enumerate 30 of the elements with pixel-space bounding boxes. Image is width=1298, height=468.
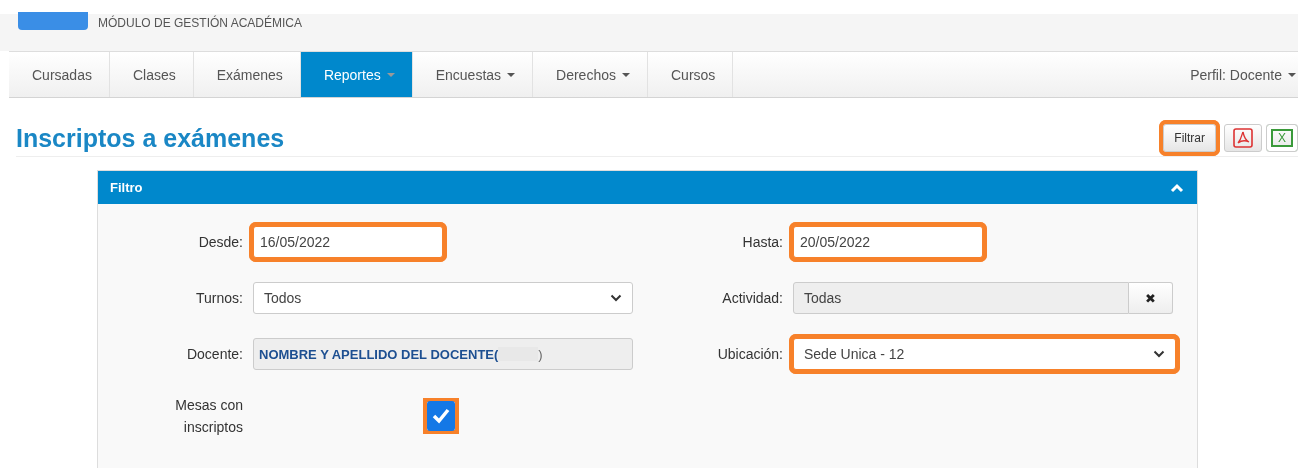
field-label: Turnos:	[195, 290, 243, 306]
field-label: Mesas con inscriptos	[174, 396, 243, 437]
clear-button[interactable]: ✖	[1129, 282, 1173, 314]
nav-tab[interactable]: Exámenes	[193, 52, 301, 97]
field-label: Ubicación:	[716, 346, 783, 362]
field-label: Desde:	[197, 234, 243, 250]
field-label: Hasta:	[741, 234, 783, 250]
select-field[interactable]: Todos	[253, 282, 633, 314]
field-label: Actividad:	[721, 290, 783, 306]
activity-field[interactable]: Todas	[793, 282, 1129, 314]
nav-tab[interactable]: Cursos	[648, 52, 734, 97]
nav-tab[interactable]: Reportes	[300, 52, 413, 97]
collapse-icon[interactable]	[1170, 182, 1184, 193]
caret-icon	[1288, 72, 1296, 77]
field-label: Docente:	[185, 346, 243, 362]
page-title: Inscriptos a exámenes	[16, 124, 285, 153]
nav-tab[interactable]: Encuestas	[412, 52, 534, 97]
pdf-export-button[interactable]	[1224, 124, 1262, 152]
nav-tab[interactable]: Clases	[109, 52, 194, 97]
chevron-down-icon	[1153, 350, 1165, 358]
panel-title: Filtro	[110, 180, 143, 195]
nav-tab[interactable]: Cursadas	[9, 52, 110, 97]
profile-menu[interactable]: Perfil: Docente	[1190, 52, 1298, 97]
nav-tab[interactable]: Derechos	[533, 52, 648, 97]
module-subtitle: MÓDULO DE GESTIÓN ACADÉMICA	[98, 16, 303, 30]
pdf-icon	[1233, 128, 1253, 148]
chevron-down-icon	[610, 294, 622, 302]
teacher-field: NOMBRE Y APELLIDO DEL DOCENTE( )	[253, 338, 633, 370]
closing-paren: )	[538, 346, 543, 362]
logo-shape	[18, 12, 88, 30]
